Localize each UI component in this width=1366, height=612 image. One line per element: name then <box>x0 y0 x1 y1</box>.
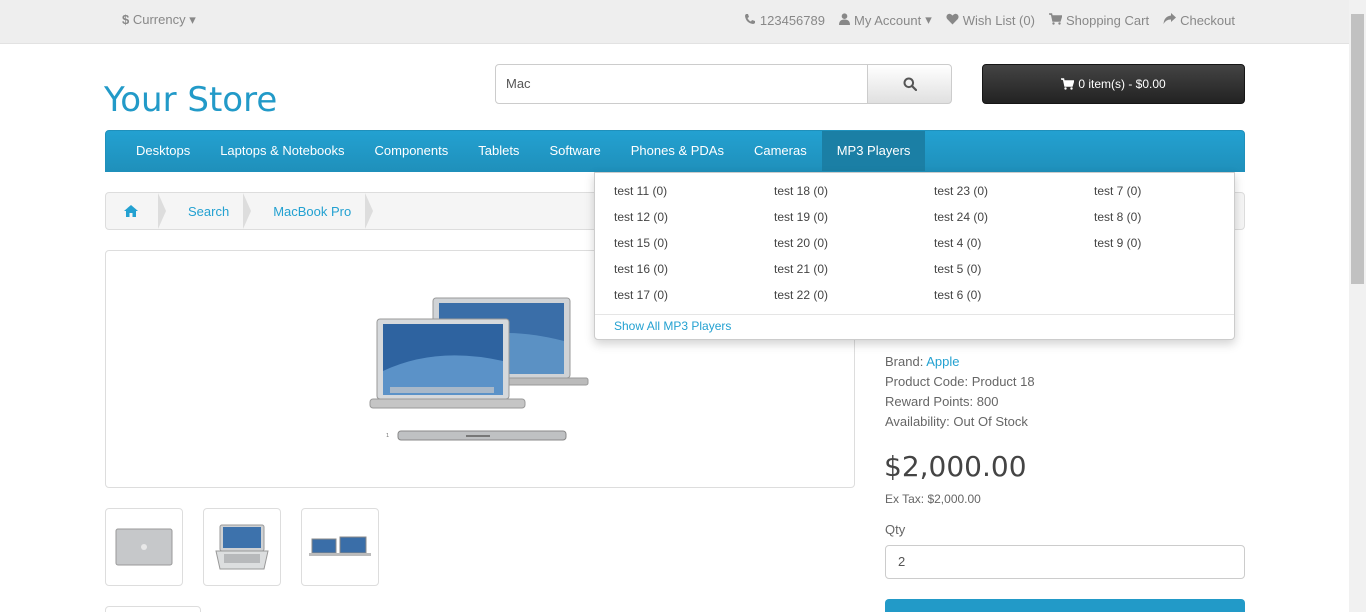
wish-list-link[interactable]: Wish List (0) <box>946 12 1035 28</box>
dropdown-item[interactable]: test 18 (0) <box>774 181 934 207</box>
mp3-players-dropdown: test 11 (0) test 12 (0) test 15 (0) test… <box>594 172 1235 340</box>
dropdown-columns: test 11 (0) test 12 (0) test 15 (0) test… <box>614 181 1254 311</box>
store-logo[interactable]: Your Store <box>104 80 277 120</box>
qty-input[interactable]: 2 <box>885 545 1245 579</box>
my-account-label: My Account <box>853 12 922 28</box>
currency-symbol: $ <box>122 12 130 27</box>
dropdown-item[interactable]: test 7 (0) <box>1094 181 1254 207</box>
cart-total: 0 item(s) - $0.00 <box>1078 77 1166 91</box>
dropdown-column: test 18 (0) test 19 (0) test 20 (0) test… <box>774 181 934 311</box>
dropdown-item[interactable]: test 8 (0) <box>1094 207 1254 233</box>
thumbnail-3[interactable] <box>301 508 379 586</box>
svg-text:1: 1 <box>386 433 389 439</box>
nav-tablets[interactable]: Tablets <box>463 131 534 171</box>
product-code-label: Product Code: <box>885 374 969 389</box>
dropdown-column: test 23 (0) test 24 (0) test 4 (0) test … <box>934 181 1094 311</box>
reward-points-label: Reward Points: <box>885 394 974 409</box>
brand-row: Brand: Apple <box>885 352 1035 372</box>
dropdown-item[interactable]: test 6 (0) <box>934 285 1094 311</box>
product-code-row: Product Code: Product 18 <box>885 372 1035 392</box>
reward-points-row: Reward Points: 800 <box>885 392 1035 412</box>
caret-down-icon: ▾ <box>189 12 196 27</box>
dropdown-item[interactable]: test 24 (0) <box>934 207 1094 233</box>
heart-icon <box>946 13 959 28</box>
cart-button[interactable]: 0 item(s) - $0.00 <box>982 64 1245 104</box>
dropdown-item[interactable]: test 17 (0) <box>614 285 774 311</box>
availability-value: Out Of Stock <box>953 414 1028 429</box>
checkout-link[interactable]: Checkout <box>1163 12 1235 28</box>
brand-label: Brand: <box>885 354 924 369</box>
home-icon <box>124 205 138 217</box>
breadcrumb-home[interactable] <box>106 193 166 229</box>
cart-icon <box>1048 12 1063 28</box>
dropdown-divider <box>595 314 1234 315</box>
macbook-open-image <box>215 524 269 570</box>
availability-label: Availability: <box>885 414 950 429</box>
dropdown-item[interactable]: test 21 (0) <box>774 259 934 285</box>
nav-laptops-notebooks[interactable]: Laptops & Notebooks <box>205 131 359 171</box>
user-icon <box>838 12 850 28</box>
macbook-pair-image <box>309 536 371 556</box>
nav-cameras[interactable]: Cameras <box>739 131 822 171</box>
dropdown-column: test 7 (0) test 8 (0) test 9 (0) <box>1094 181 1254 311</box>
nav-desktops[interactable]: Desktops <box>121 131 205 171</box>
phone-number: 123456789 <box>759 12 825 28</box>
cart-icon <box>1061 78 1075 90</box>
page-scrollbar[interactable] <box>1349 0 1366 612</box>
reward-points-value: 800 <box>976 394 999 409</box>
macbook-lid-image <box>115 528 173 566</box>
phone-icon <box>744 13 756 28</box>
product-code-value: Product 18 <box>971 374 1035 389</box>
nav-software[interactable]: Software <box>534 131 615 171</box>
qty-label: Qty <box>885 522 906 537</box>
my-account-dropdown[interactable]: My Account ▾ <box>838 12 932 28</box>
dropdown-item[interactable]: test 23 (0) <box>934 181 1094 207</box>
nav-components[interactable]: Components <box>360 131 464 171</box>
breadcrumb-macbook-pro[interactable]: MacBook Pro <box>259 193 374 229</box>
dropdown-item[interactable]: test 5 (0) <box>934 259 1094 285</box>
ex-tax-price: Ex Tax: $2,000.00 <box>885 492 981 506</box>
dropdown-item[interactable]: test 11 (0) <box>614 181 774 207</box>
nav-phones-pdas[interactable]: Phones & PDAs <box>616 131 739 171</box>
dropdown-item[interactable]: test 12 (0) <box>614 207 774 233</box>
search-icon <box>903 77 917 91</box>
dropdown-item[interactable]: test 20 (0) <box>774 233 934 259</box>
add-to-cart-button[interactable] <box>885 599 1245 612</box>
dropdown-column: test 11 (0) test 12 (0) test 15 (0) test… <box>614 181 774 311</box>
wish-list-label: Wish List (0) <box>962 12 1035 28</box>
search-input[interactable]: Mac <box>495 64 868 104</box>
scrollbar-thumb[interactable] <box>1351 14 1364 284</box>
search-bar: Mac <box>495 64 952 104</box>
thumbnail-4[interactable] <box>105 606 201 612</box>
dropdown-item[interactable]: test 9 (0) <box>1094 233 1254 259</box>
nav-mp3-players[interactable]: MP3 Players <box>821 131 926 171</box>
checkout-label: Checkout <box>1180 12 1235 28</box>
dropdown-item[interactable]: test 22 (0) <box>774 285 934 311</box>
caret-down-icon: ▾ <box>925 12 932 27</box>
product-price: $2,000.00 <box>884 450 1027 483</box>
shopping-cart-label: Shopping Cart <box>1065 12 1150 28</box>
shopping-cart-link[interactable]: Shopping Cart <box>1048 12 1150 28</box>
top-bar: $ Currency ▾ 123456789 My Account ▾ Wish… <box>0 0 1349 44</box>
currency-dropdown[interactable]: $ Currency ▾ <box>122 12 196 28</box>
dropdown-item[interactable]: test 4 (0) <box>934 233 1094 259</box>
product-details: Brand: Apple Product Code: Product 18 Re… <box>885 352 1035 432</box>
availability-row: Availability: Out Of Stock <box>885 412 1035 432</box>
share-icon <box>1163 12 1177 28</box>
brand-link[interactable]: Apple <box>926 354 959 369</box>
search-button[interactable] <box>867 64 952 104</box>
breadcrumb-search[interactable]: Search <box>174 193 252 229</box>
currency-label: Currency <box>132 12 186 27</box>
dropdown-item[interactable]: test 16 (0) <box>614 259 774 285</box>
main-nav: Desktops Laptops & Notebooks Components … <box>105 130 1245 172</box>
phone-link[interactable]: 123456789 <box>744 12 825 28</box>
dropdown-item[interactable]: test 15 (0) <box>614 233 774 259</box>
dropdown-item[interactable]: test 19 (0) <box>774 207 934 233</box>
top-links: 123456789 My Account ▾ Wish List (0) Sho… <box>744 12 1235 28</box>
show-all-mp3-players-link[interactable]: Show All MP3 Players <box>614 319 731 333</box>
thumbnail-1[interactable] <box>105 508 183 586</box>
thumbnail-2[interactable] <box>203 508 281 586</box>
